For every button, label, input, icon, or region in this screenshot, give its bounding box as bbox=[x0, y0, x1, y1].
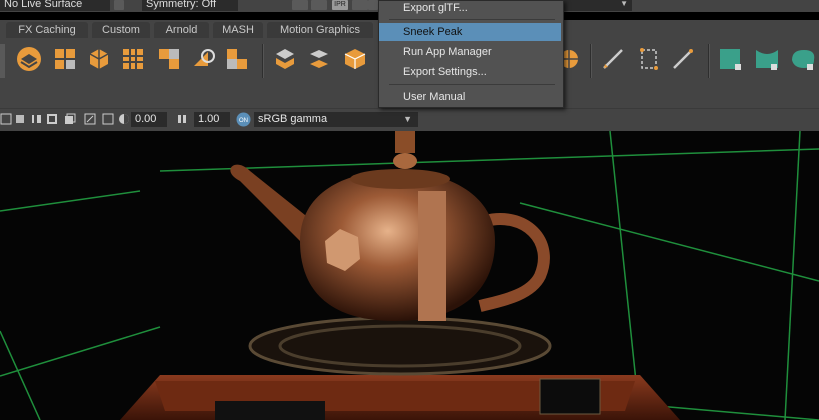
tab-mash[interactable]: MASH bbox=[213, 22, 263, 38]
mash-offset-icon[interactable] bbox=[224, 46, 250, 72]
mash-signal-icon[interactable] bbox=[156, 46, 182, 72]
safe-frame-icon[interactable] bbox=[102, 113, 114, 125]
mash-grid-icon[interactable] bbox=[120, 46, 146, 72]
camera-attrs-icon[interactable] bbox=[30, 113, 42, 125]
menu-item-export-settings[interactable]: Export Settings... bbox=[379, 63, 561, 81]
render-frame-icon[interactable] bbox=[311, 0, 327, 10]
curve-pencil-icon[interactable] bbox=[600, 46, 626, 72]
isolate-icon[interactable] bbox=[0, 113, 12, 125]
ipr-button[interactable]: IPR bbox=[332, 0, 348, 10]
shelf-separator bbox=[708, 44, 710, 78]
dropdown-menu: Export glTF... Sneek Peak Run App Manage… bbox=[378, 0, 564, 108]
live-surface-label: No Live Surface bbox=[4, 0, 83, 10]
tab-custom[interactable]: Custom bbox=[92, 22, 150, 38]
shelf-grip-icon[interactable] bbox=[0, 44, 5, 78]
tab-fx-caching[interactable]: FX Caching bbox=[6, 22, 88, 38]
exposure-icon[interactable] bbox=[118, 113, 130, 125]
color-management-icon[interactable]: ON bbox=[236, 112, 251, 127]
xray-icon[interactable] bbox=[14, 113, 26, 125]
mash-network-icon[interactable] bbox=[16, 46, 42, 72]
viewport[interactable] bbox=[0, 131, 819, 420]
live-dropdown-arrow-icon[interactable] bbox=[114, 0, 124, 10]
shelf-separator bbox=[590, 44, 592, 78]
shape-curve-icon[interactable] bbox=[754, 46, 780, 72]
tab-motion-graphics[interactable]: Motion Graphics bbox=[267, 22, 373, 38]
symmetry-dropdown[interactable]: Symmetry: Off bbox=[142, 0, 238, 11]
gamma-icon[interactable] bbox=[176, 113, 188, 125]
image-plane-icon[interactable] bbox=[46, 113, 58, 125]
mash-cube-icon[interactable] bbox=[342, 46, 368, 72]
menu-separator bbox=[389, 84, 555, 85]
gamma-field[interactable]: 1.00 bbox=[194, 112, 230, 127]
menu-item-run-app-manager[interactable]: Run App Manager bbox=[379, 43, 561, 61]
grid-toggle-icon[interactable] bbox=[64, 113, 76, 125]
shelf-separator bbox=[262, 44, 264, 78]
render-settings-icon[interactable] bbox=[352, 0, 368, 10]
mash-refresh-icon[interactable] bbox=[190, 46, 216, 72]
mash-distribute-icon[interactable] bbox=[52, 46, 78, 72]
workspace-dropdown[interactable]: ▼ bbox=[562, 0, 632, 11]
render-image bbox=[0, 131, 819, 420]
edit-pencil-icon[interactable] bbox=[670, 46, 696, 72]
render-view-icon[interactable] bbox=[292, 0, 308, 10]
hypershade-icon[interactable] bbox=[368, 0, 378, 10]
mash-replicator-icon[interactable] bbox=[86, 46, 112, 72]
menu-item-sneek-peak[interactable]: Sneek Peak bbox=[379, 23, 561, 41]
shape-square-icon[interactable] bbox=[718, 46, 744, 72]
bounding-box-icon[interactable] bbox=[636, 46, 662, 72]
motion-trail-icon[interactable] bbox=[272, 46, 298, 72]
menu-item-export-gltf[interactable]: Export glTF... bbox=[379, 0, 561, 17]
resolution-gate-icon[interactable] bbox=[84, 113, 96, 125]
viewport-toolbar: 0.00 1.00 ON sRGB gamma ▼ bbox=[0, 108, 819, 131]
menu-separator bbox=[389, 19, 555, 20]
live-surface-dropdown[interactable]: No Live Surface bbox=[0, 0, 110, 11]
shape-blob-icon[interactable] bbox=[790, 46, 816, 72]
mash-stack-icon[interactable] bbox=[306, 46, 332, 72]
color-space-dropdown[interactable]: sRGB gamma ▼ bbox=[254, 112, 418, 127]
exposure-field[interactable]: 0.00 bbox=[131, 112, 167, 127]
chevron-down-icon: ▼ bbox=[620, 0, 628, 8]
menu-item-user-manual[interactable]: User Manual bbox=[379, 88, 561, 106]
symmetry-label: Symmetry: Off bbox=[146, 0, 217, 10]
svg-text:ON: ON bbox=[239, 118, 248, 124]
tab-arnold[interactable]: Arnold bbox=[154, 22, 209, 38]
chevron-down-icon: ▼ bbox=[403, 114, 412, 124]
